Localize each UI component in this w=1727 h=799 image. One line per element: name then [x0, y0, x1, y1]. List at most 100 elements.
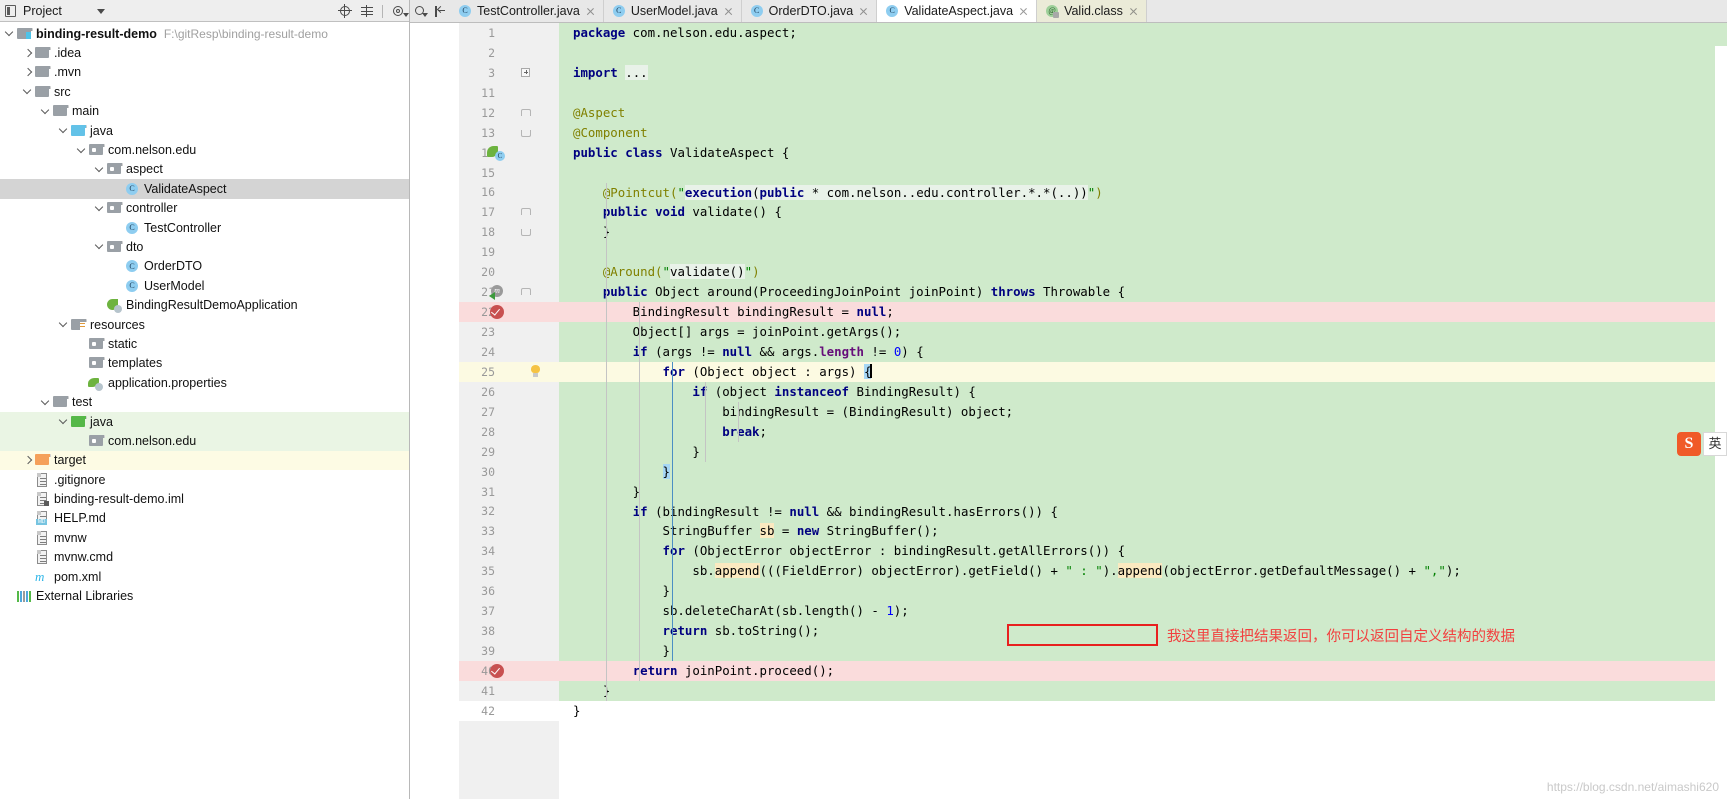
tree-node-application-properties[interactable]: application.properties — [0, 373, 409, 392]
tree-node-binding-result-demo[interactable]: binding-result-demo F:\gitResp\binding-re… — [0, 24, 409, 43]
code-line-40[interactable]: return joinPoint.proceed(); — [559, 661, 1727, 681]
gear-icon[interactable] — [391, 4, 409, 18]
code-line-37[interactable]: sb.deleteCharAt(sb.length() - 1); — [559, 601, 1727, 622]
chevron-down-icon[interactable] — [4, 24, 16, 43]
code-line-3[interactable]: import ... — [559, 62, 1727, 83]
code-line-32[interactable]: if (bindingResult != null && bindingResu… — [559, 501, 1727, 522]
chevron-down-icon[interactable] — [94, 160, 106, 179]
gutter-line-35[interactable]: 35 — [459, 561, 559, 582]
gutter-line-12[interactable]: 12 — [459, 102, 559, 123]
tree-node-orderdto[interactable]: C OrderDTO — [0, 257, 409, 276]
close-icon[interactable] — [1128, 6, 1139, 17]
gutter-line-26[interactable]: 26 — [459, 381, 559, 402]
gutter-line-3[interactable]: 3 — [459, 62, 559, 83]
chevron-down-icon[interactable] — [94, 199, 106, 218]
locate-icon[interactable] — [338, 4, 352, 18]
chevron-down-icon[interactable] — [58, 121, 70, 140]
code-line-24[interactable]: if (args != null && args.length != 0) { — [559, 342, 1727, 362]
tree-node-com-nelson-edu[interactable]: com.nelson.edu — [0, 431, 409, 451]
fold-start-icon[interactable] — [521, 108, 531, 117]
tree-node-idea[interactable]: .idea — [0, 43, 409, 62]
collapse-all-icon[interactable] — [360, 4, 374, 18]
code-line-35[interactable]: sb.append(((FieldError) objectError).get… — [559, 561, 1727, 582]
code-line-31[interactable]: } — [559, 481, 1727, 502]
fold-start-icon[interactable] — [521, 207, 531, 216]
tree-node-static[interactable]: static — [0, 334, 409, 353]
tree-node-src[interactable]: src — [0, 82, 409, 101]
chevron-down-icon[interactable] — [40, 102, 52, 121]
code-line-42[interactable]: } — [559, 700, 1727, 721]
code-line-41[interactable]: } — [559, 680, 1727, 701]
chevron-down-icon[interactable] — [94, 237, 106, 256]
tree-node-pom-xml[interactable]: m pom.xml — [0, 567, 409, 586]
chevron-right-icon[interactable] — [22, 44, 34, 63]
gutter-line-32[interactable]: 32 — [459, 501, 559, 522]
tree-node-aspect[interactable]: aspect — [0, 160, 409, 179]
tree-node-testcontroller[interactable]: C TestController — [0, 218, 409, 237]
gutter-line-14[interactable]: 14C — [459, 142, 559, 163]
tree-node-bindingresultdemoapplication[interactable]: BindingResultDemoApplication — [0, 295, 409, 314]
code-line-29[interactable]: } — [559, 441, 1727, 462]
settings-icon[interactable] — [414, 5, 428, 18]
code-line-17[interactable]: public void validate() { — [559, 202, 1727, 223]
tree-node-mvnw[interactable]: mvnw — [0, 528, 409, 547]
code-line-34[interactable]: for (ObjectError objectError : bindingRe… — [559, 541, 1727, 562]
code-line-19[interactable] — [559, 242, 1727, 263]
tree-node-dto[interactable]: dto — [0, 237, 409, 256]
code-line-13[interactable]: @Component — [559, 122, 1727, 143]
gutter-line-24[interactable]: 24 — [459, 342, 559, 362]
sogou-logo-icon[interactable]: S — [1677, 432, 1701, 456]
intention-bulb-icon[interactable] — [530, 364, 541, 378]
code-line-26[interactable]: if (object instanceof BindingResult) { — [559, 381, 1727, 402]
editor-gutter[interactable]: 12311121314C15161718192021m2223242526272… — [459, 23, 559, 799]
code-line-12[interactable]: @Aspect — [559, 102, 1727, 123]
gutter-line-16[interactable]: 16 — [459, 182, 559, 203]
code-line-30[interactable]: } — [559, 461, 1727, 482]
code-line-2[interactable] — [559, 42, 1727, 63]
tree-node-mvn[interactable]: .mvn — [0, 63, 409, 82]
editor-tab-testcontroller-java[interactable]: C TestController.java — [450, 0, 604, 22]
code-line-21[interactable]: public Object around(ProceedingJoinPoint… — [559, 282, 1727, 303]
ime-language-mode[interactable]: 英 — [1703, 432, 1727, 456]
breakpoint-icon[interactable] — [489, 304, 505, 320]
chevron-down-icon[interactable] — [22, 82, 34, 101]
gutter-line-1[interactable]: 1 — [459, 23, 559, 43]
code-line-16[interactable]: @Pointcut("execution(public * com.nelson… — [559, 182, 1727, 203]
gutter-line-11[interactable]: 11 — [459, 82, 559, 103]
gutter-line-29[interactable]: 29 — [459, 441, 559, 462]
code-line-33[interactable]: StringBuffer sb = new StringBuffer(); — [559, 521, 1727, 542]
gutter-line-15[interactable]: 15 — [459, 162, 559, 183]
tree-node-templates[interactable]: templates — [0, 354, 409, 373]
close-icon[interactable] — [858, 6, 869, 17]
tree-node-com-nelson-edu[interactable]: com.nelson.edu — [0, 140, 409, 159]
gutter-line-18[interactable]: 18 — [459, 222, 559, 243]
gutter-line-19[interactable]: 19 — [459, 242, 559, 263]
fold-end-icon[interactable] — [521, 227, 531, 237]
tree-node-gitignore[interactable]: .gitignore — [0, 470, 409, 489]
code-line-38[interactable]: return sb.toString(); — [559, 621, 1727, 642]
code-line-15[interactable] — [559, 162, 1727, 183]
editor-tab-validateaspect-java[interactable]: C ValidateAspect.java — [877, 0, 1038, 22]
code-line-22[interactable]: BindingResult bindingResult = null; — [559, 302, 1727, 323]
tree-node-java[interactable]: java — [0, 411, 409, 432]
gutter-line-39[interactable]: 39 — [459, 641, 559, 661]
hide-tabs-icon[interactable] — [434, 5, 447, 18]
tree-node-help-md[interactable]: MD HELP.md — [0, 509, 409, 528]
close-icon[interactable] — [1018, 6, 1029, 17]
tree-node-external-libraries[interactable]: External Libraries — [0, 586, 409, 605]
code-line-36[interactable]: } — [559, 581, 1727, 602]
editor-tab-valid-class[interactable]: @ Valid.class — [1037, 0, 1147, 22]
gutter-line-33[interactable]: 33 — [459, 521, 559, 542]
code-line-39[interactable]: } — [559, 641, 1727, 661]
gutter-line-20[interactable]: 20 — [459, 262, 559, 283]
gutter-line-40[interactable]: 40 — [459, 661, 559, 681]
editor-tab-orderdto-java[interactable]: C OrderDTO.java — [741, 0, 878, 22]
close-icon[interactable] — [585, 6, 596, 17]
gutter-line-23[interactable]: 23 — [459, 322, 559, 342]
gutter-line-30[interactable]: 30 — [459, 461, 559, 482]
code-line-1[interactable]: package com.nelson.edu.aspect; — [559, 23, 1727, 43]
gutter-line-28[interactable]: 28 — [459, 421, 559, 442]
gutter-line-17[interactable]: 17 — [459, 202, 559, 223]
gutter-line-31[interactable]: 31 — [459, 481, 559, 502]
ime-indicator[interactable]: S 英 — [1677, 432, 1727, 456]
